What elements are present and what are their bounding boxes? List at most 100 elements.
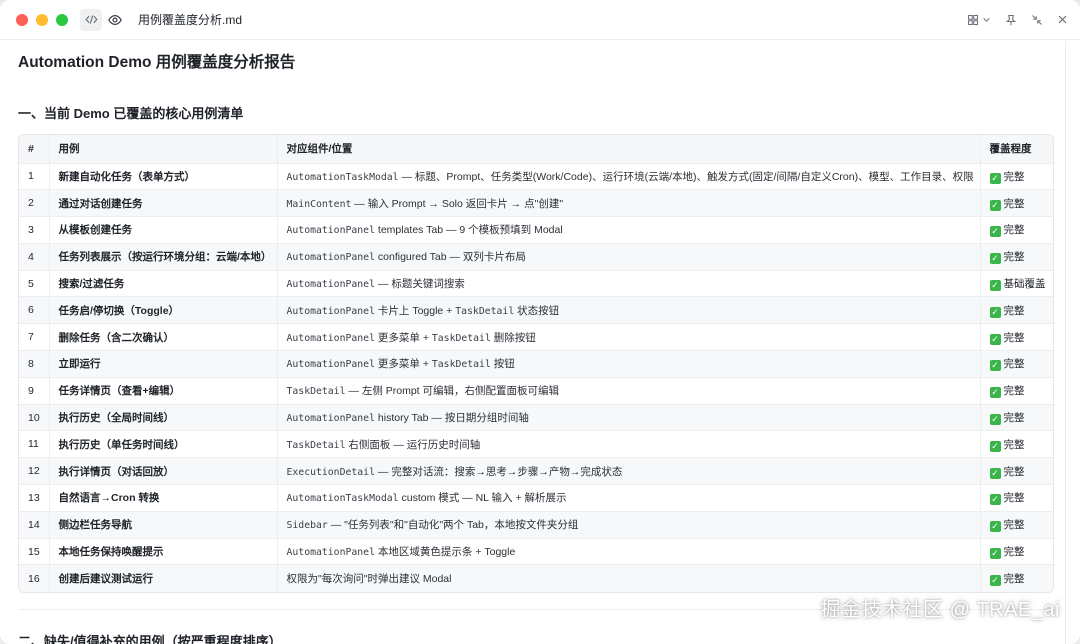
checkmark-icon: ✓ (989, 172, 1001, 184)
row-number: 16 (19, 564, 49, 592)
layout-menu-button[interactable] (967, 14, 991, 26)
row-number: 8 (19, 350, 49, 378)
component-description: 状态按钮 (514, 304, 560, 317)
checkmark-icon: ✓ (989, 360, 1001, 372)
coverage-table: # 用例 对应组件/位置 覆盖程度 1 新建自动化任务（表单方式） Automati… (18, 134, 1054, 593)
case-name: 创建后建议测试运行 (48, 564, 277, 592)
table-row: 12 执行详情页（对话回放） ExecutionDetail — 完整对话流：搜索→… (19, 457, 1053, 486)
coverage-status: ✓ 完整 (979, 484, 1053, 512)
table-row: 13 自然语言→Cron 转换 AutomationTaskModal custom… (19, 484, 1053, 512)
component-description: 更多菜单 + (374, 331, 432, 344)
component-location: 权限为"每次询问"时弹出建议 Modal (276, 564, 980, 592)
row-number: 10 (19, 404, 49, 432)
document-content: Automation Demo 用例覆盖度分析报告 一、当前 Demo 已覆盖的… (0, 41, 1080, 644)
case-name: 执行详情页（对话回放） (48, 457, 277, 486)
component-location: AutomationPanel 更多菜单 + TaskDetail 删除按钮 (276, 323, 980, 352)
watermark: 掘金技术社区 @ TRAE_ai (820, 599, 1060, 621)
checkmark-icon: ✓ (989, 467, 1001, 479)
table-row: 16 创建后建议测试运行 权限为"每次询问"时弹出建议 Modal ✓ 完整 (19, 564, 1053, 592)
row-number: 9 (19, 377, 49, 405)
component-description: 本地区域黄色提示条 + Toggle (374, 546, 516, 559)
checkmark-icon: ✓ (989, 575, 1001, 587)
case-name: 从模板创建任务 (48, 216, 277, 244)
table-row: 1 新建自动化任务（表单方式） AutomationTaskModal — 标题、P… (19, 163, 1053, 191)
component-location: AutomationPanel 本地区域黄色提示条 + Toggle (276, 538, 980, 566)
component-location: TaskDetail — 左侧 Prompt 可编辑，右侧配置面板可编辑 (276, 377, 980, 405)
coverage-status: ✓ 完整 (979, 538, 1053, 566)
coverage-status: ✓ 完整 (979, 511, 1053, 539)
case-name: 任务详情页（查看+编辑） (48, 377, 277, 405)
component-code: AutomationPanel (286, 305, 375, 317)
case-name: 任务列表展示（按运行环境分组：云端/本地） (48, 243, 277, 271)
table-row: 14 侧边栏任务导航 Sidebar — "任务列表"和"自动化"两个 Tab，本地… (19, 511, 1053, 539)
component-location: AutomationPanel — 标题关键词搜索 (276, 270, 980, 298)
pin-icon[interactable] (1005, 14, 1017, 26)
checkmark-icon: ✓ (989, 306, 1001, 318)
component-code: AutomationPanel (286, 359, 375, 371)
row-number: 12 (19, 457, 49, 486)
case-name: 立即运行 (48, 350, 277, 378)
component-code: MainContent (286, 198, 352, 210)
case-name: 通过对话创建任务 (48, 189, 277, 218)
maximize-window-button[interactable] (56, 13, 68, 26)
coverage-status: ✓ 完整 (979, 430, 1053, 459)
component-description: 卡片上 Toggle + (374, 304, 456, 317)
component-description: 更多菜单 + (374, 358, 432, 371)
table-row: 11 执行历史（单任务时间线） TaskDetail 右侧面板 — 运行历史时间轴 ✓… (19, 430, 1053, 459)
component-description: — 左侧 Prompt 可编辑，右侧配置面板可编辑 (345, 385, 559, 398)
case-name: 执行历史（全局时间线） (48, 404, 277, 432)
coverage-status: ✓ 完整 (979, 377, 1053, 405)
coverage-status-label: 完整 (1003, 492, 1025, 505)
component-description: 右侧面板 — 运行历史时间轴 (345, 438, 481, 451)
checkmark-icon: ✓ (989, 253, 1001, 265)
component-description: history Tab — 按日期分组时间轴 (374, 412, 529, 425)
preview-eye-icon[interactable] (104, 9, 126, 31)
table-row: 15 本地任务保持唤醒提示 AutomationPanel 本地区域黄色提示条 + … (19, 538, 1053, 566)
case-name: 自然语言→Cron 转换 (48, 484, 277, 512)
coverage-status-label: 完整 (1003, 251, 1025, 264)
row-number: 11 (19, 430, 49, 459)
component-description: — 完整对话流：搜索→思考→步骤→产物→完成状态 (374, 465, 623, 478)
section-heading-missing: 二、缺失/值得补充的用例（按严重程度排序） (18, 633, 282, 644)
checkmark-icon: ✓ (989, 226, 1001, 238)
column-header-case: 用例 (48, 135, 277, 164)
column-header-coverage: 覆盖程度 (979, 135, 1053, 164)
coverage-status-label: 完整 (1003, 170, 1025, 183)
grid-icon (967, 14, 979, 25)
table-row: 3 从模板创建任务 AutomationPanel templates Tab — … (19, 216, 1053, 244)
component-description: — "任务列表"和"自动化"两个 Tab，本地按文件夹分组 (327, 519, 579, 532)
component-code: AutomationPanel (286, 252, 375, 264)
close-icon[interactable] (1057, 14, 1068, 25)
app-window: 用例覆盖度分析.md Automation Demo 用例覆盖度分析报告 一、当… (0, 0, 1080, 644)
coverage-status: ✓ 完整 (979, 457, 1053, 486)
component-location: AutomationPanel history Tab — 按日期分组时间轴 (276, 404, 980, 432)
coverage-status-label: 完整 (1003, 438, 1025, 451)
table-row: 9 任务详情页（查看+编辑） TaskDetail — 左侧 Prompt 可编辑，… (19, 377, 1053, 405)
code-view-icon[interactable] (80, 8, 102, 31)
chevron-down-icon (983, 18, 990, 22)
component-code: AutomationPanel (286, 225, 375, 237)
coverage-status-label: 完整 (1003, 519, 1025, 532)
component-description: — 标题关键词搜索 (374, 278, 465, 291)
table-row: 2 通过对话创建任务 MainContent — 输入 Prompt → Solo … (19, 189, 1053, 218)
coverage-status: ✓ 完整 (979, 404, 1053, 432)
title-bar: 用例覆盖度分析.md (0, 0, 1080, 40)
coverage-status-label: 完整 (1003, 304, 1025, 317)
checkmark-icon: ✓ (989, 387, 1001, 399)
component-description: configured Tab — 双列卡片布局 (374, 251, 526, 264)
checkmark-icon: ✓ (989, 440, 1001, 452)
minimize-window-button[interactable] (36, 13, 48, 26)
collapse-icon[interactable] (1031, 14, 1043, 26)
coverage-status-label: 完整 (1003, 331, 1025, 344)
component-description: — 标题、Prompt、任务类型(Work/Code)、运行环境(云端/本地)、… (398, 170, 974, 183)
checkmark-icon: ✓ (989, 414, 1001, 426)
coverage-status: ✓ 完整 (979, 296, 1053, 325)
component-location: Sidebar — "任务列表"和"自动化"两个 Tab，本地按文件夹分组 (276, 511, 980, 539)
row-number: 5 (19, 270, 49, 298)
row-number: 1 (19, 163, 49, 191)
component-code: TaskDetail (286, 439, 346, 451)
close-window-button[interactable] (16, 13, 28, 26)
table-row: 5 搜索/过滤任务 AutomationPanel — 标题关键词搜索 ✓ 基础覆盖 (19, 270, 1053, 298)
coverage-status: ✓ 完整 (979, 189, 1053, 218)
coverage-status: ✓ 完整 (979, 163, 1053, 191)
